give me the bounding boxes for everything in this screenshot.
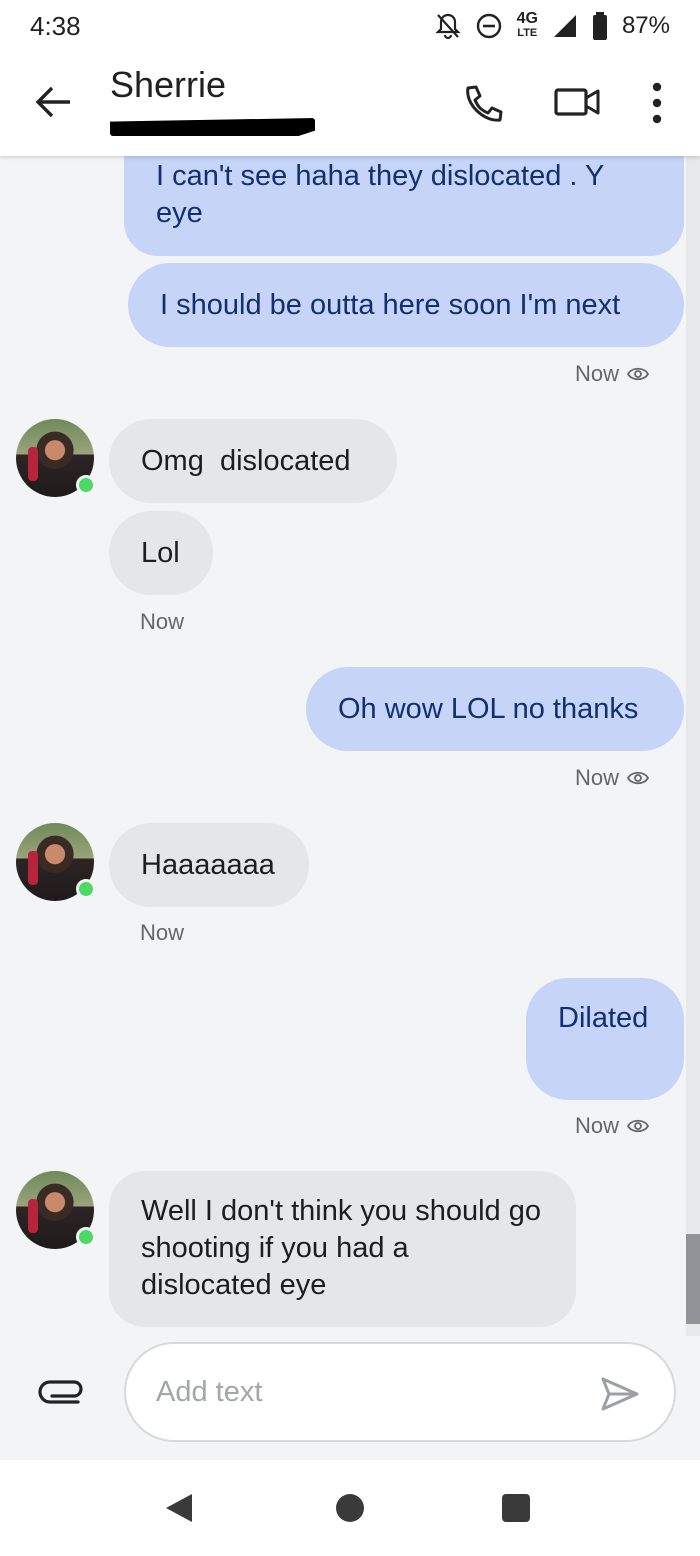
redaction-mark — [110, 118, 315, 136]
message-thread[interactable]: I can't see haha they dislocated . Y eye… — [0, 156, 700, 1336]
message-timestamp: Now — [140, 609, 184, 635]
status-icons: 4G LTE 87% — [434, 10, 670, 40]
video-call-icon[interactable] — [554, 84, 600, 120]
message-text: I can't see haha they dislocated . Y eye — [156, 160, 604, 229]
status-bar: 4:38 4G LTE 87% — [0, 0, 700, 52]
timestamp-text: Now — [140, 920, 185, 945]
message-input[interactable]: Add text — [124, 1342, 676, 1442]
outgoing-message[interactable]: Dilated — [526, 978, 684, 1100]
message-input-placeholder: Add text — [156, 1376, 263, 1408]
incoming-message[interactable]: Omg dislocated — [109, 419, 397, 503]
scrollbar-thumb[interactable] — [686, 1234, 700, 1324]
attachment-paperclip-icon[interactable] — [38, 1374, 86, 1404]
message-text: Well I don't think you should go shootin… — [141, 1195, 541, 1301]
incoming-message[interactable]: Well I don't think you should go shootin… — [109, 1171, 576, 1327]
nav-home-icon[interactable] — [336, 1494, 364, 1522]
seen-eye-icon — [627, 367, 650, 381]
timestamp-text: Now — [575, 765, 620, 790]
do-not-disturb-icon — [476, 13, 501, 39]
timestamp-text: Now — [140, 609, 185, 634]
message-composer: Add text — [0, 1336, 700, 1460]
status-time: 4:38 — [30, 10, 81, 41]
contact-avatar[interactable] — [16, 419, 96, 497]
outgoing-message[interactable]: Oh wow LOL no thanks — [306, 667, 684, 751]
timestamp-text: Now — [575, 361, 620, 386]
message-timestamp: Now — [575, 1113, 650, 1139]
network-indicator: 4G LTE — [516, 10, 538, 40]
online-status-dot — [76, 879, 96, 899]
system-nav-bar — [0, 1460, 700, 1556]
notifications-off-icon — [434, 13, 461, 40]
network-sub: LTE — [517, 27, 538, 39]
battery-percent: 87% — [621, 12, 670, 39]
message-timestamp: Now — [575, 361, 650, 387]
more-options-icon[interactable] — [646, 80, 668, 126]
incoming-message[interactable]: Lol — [109, 511, 213, 595]
message-text: I should be outta here soon I'm next — [160, 288, 621, 321]
scrollbar-track[interactable] — [686, 156, 700, 1336]
contact-avatar[interactable] — [16, 1171, 96, 1249]
contact-name[interactable]: Sherrie — [110, 64, 226, 106]
message-timestamp: Now — [140, 920, 184, 946]
incoming-message[interactable]: Haaaaaaa — [109, 823, 309, 907]
message-text: Lol — [141, 536, 180, 569]
seen-eye-icon — [627, 1119, 650, 1133]
seen-eye-icon — [627, 771, 650, 785]
outgoing-message[interactable]: I can't see haha they dislocated . Y eye — [124, 156, 684, 256]
message-text: Omg dislocated — [141, 444, 351, 477]
timestamp-text: Now — [575, 1113, 620, 1138]
nav-back-icon[interactable] — [164, 1492, 194, 1524]
network-type: 4G — [516, 10, 538, 27]
conversation-header: Sherrie — [0, 52, 700, 156]
outgoing-message[interactable]: I should be outta here soon I'm next — [128, 263, 684, 347]
back-arrow-icon[interactable] — [32, 82, 76, 122]
online-status-dot — [76, 1227, 96, 1247]
message-text: Oh wow LOL no thanks — [338, 692, 639, 725]
online-status-dot — [76, 475, 96, 495]
message-timestamp: Now — [575, 765, 650, 791]
send-icon[interactable] — [600, 1376, 640, 1412]
nav-recents-icon[interactable] — [502, 1494, 530, 1522]
message-text: Dilated — [558, 1002, 649, 1034]
message-text: Haaaaaaa — [141, 848, 275, 881]
contact-avatar[interactable] — [16, 823, 96, 901]
phone-call-icon[interactable] — [460, 82, 504, 126]
signal-icon — [553, 15, 576, 37]
battery-icon — [592, 12, 607, 40]
